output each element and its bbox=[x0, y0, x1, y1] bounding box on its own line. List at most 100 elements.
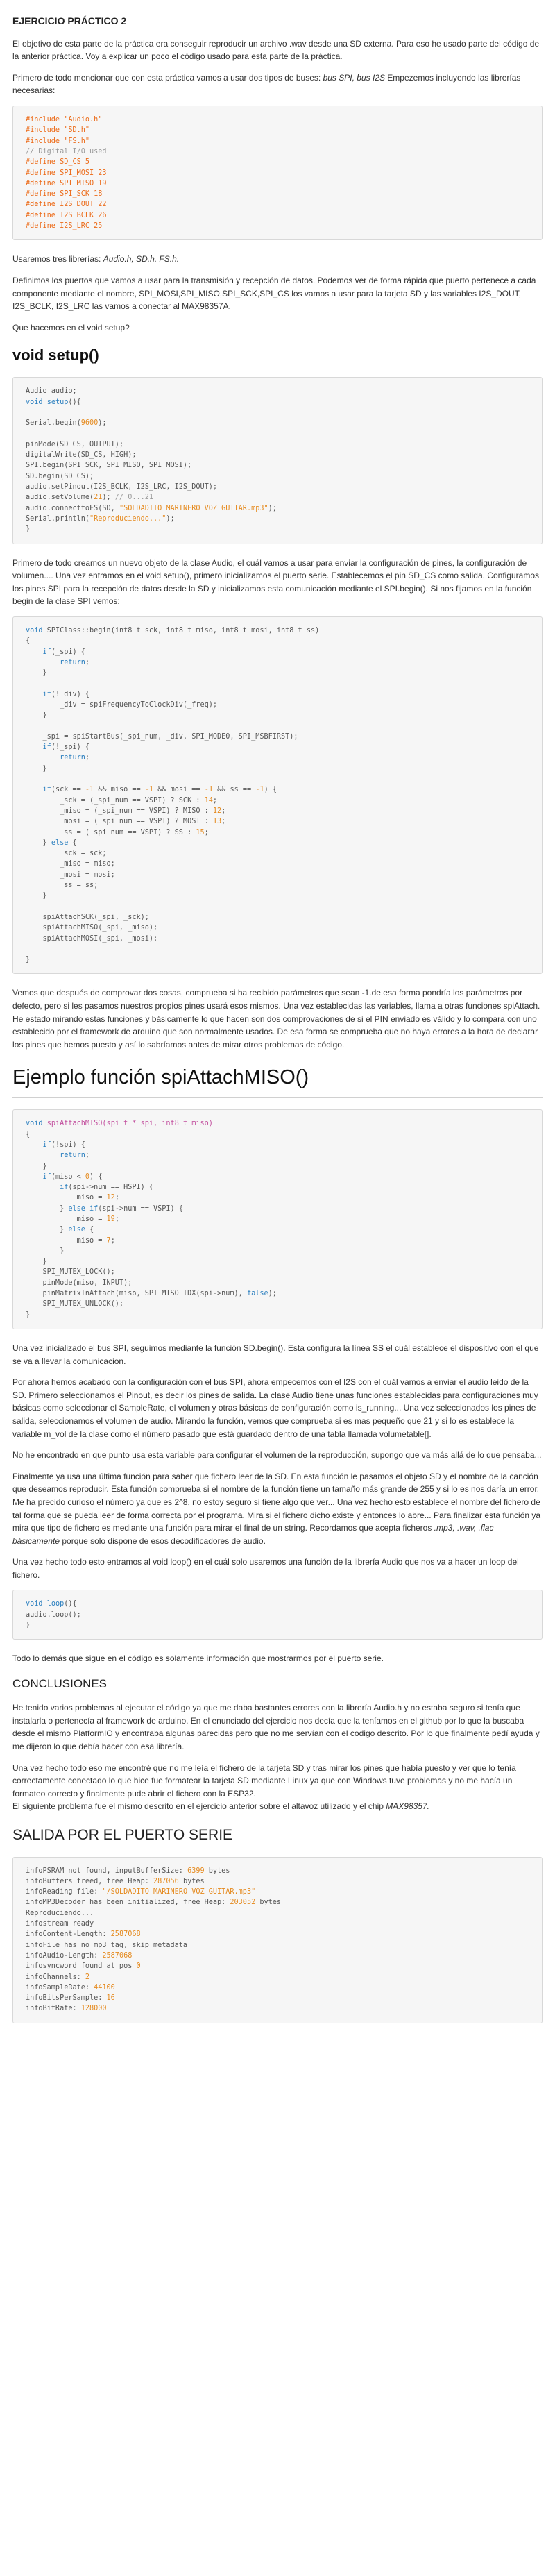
code-token: (spi->num == VSPI) { bbox=[98, 1204, 183, 1213]
code-line: #define SPI_MISO 19 bbox=[26, 178, 529, 189]
code-token: #define SD_CS 5 bbox=[26, 158, 90, 167]
code-token: void bbox=[26, 1600, 43, 1608]
conclusions-heading: CONCLUSIONES bbox=[12, 1676, 108, 1690]
code-token: && mosi == bbox=[153, 786, 205, 794]
code-token: return bbox=[60, 658, 85, 666]
code-token: _sck = (_spi_num == VSPI) ? SCK : bbox=[26, 796, 205, 805]
code-token: bytes bbox=[255, 1899, 282, 1907]
code-token: infostream ready bbox=[26, 1920, 94, 1928]
code-token: _spi = spiStartBus(_spi_num, _div, SPI_M… bbox=[26, 732, 298, 741]
code-token: _mosi = mosi; bbox=[26, 870, 115, 879]
code-line: spiAttachMOSI(_spi, _mosi); bbox=[26, 934, 529, 944]
code-token: } bbox=[26, 669, 47, 677]
code-line: void spiAttachMISO(spi_t * spi, int8_t m… bbox=[26, 1118, 529, 1129]
code-token: ; bbox=[212, 796, 218, 805]
code-line: pinMode(miso, INPUT); bbox=[26, 1278, 529, 1288]
code-token: spiAttachSCK(_spi, _sck); bbox=[26, 913, 149, 921]
code-line: miso = 12; bbox=[26, 1193, 529, 1203]
code-token: #define SPI_MISO 19 bbox=[26, 179, 107, 187]
code-line: spiAttachMISO(_spi, _miso); bbox=[26, 923, 529, 933]
code-block-includes: #include "Audio.h" #include "SD.h" #includ… bbox=[12, 106, 543, 241]
code-line: #define I2S_LRC 25 bbox=[26, 221, 529, 231]
conclusions-paragraph-1: He tenido varios problemas al ejecutar e… bbox=[12, 1703, 540, 1752]
code-token: spiAttachMOSI(_spi, _mosi); bbox=[26, 934, 158, 943]
code-line: if(!spi) { bbox=[26, 1140, 529, 1150]
code-token: 128000 bbox=[80, 2005, 107, 2013]
code-line: if(_spi) { bbox=[26, 647, 529, 657]
code-line: SD.begin(SD_CS); bbox=[26, 471, 529, 482]
code-token: { bbox=[26, 1130, 31, 1138]
code-token: else bbox=[51, 839, 69, 847]
code-token: infoBitsPerSample: bbox=[26, 1994, 107, 2003]
code-token: { bbox=[68, 839, 77, 847]
code-token: -1 bbox=[255, 786, 264, 794]
code-token: _sck = sck; bbox=[26, 850, 107, 858]
code-token: #define SPI_SCK 18 bbox=[26, 190, 103, 199]
code-line: _spi = spiStartBus(_spi_num, _div, SPI_M… bbox=[26, 732, 529, 742]
code-token: spiAttachMISO(_spi, _miso); bbox=[26, 924, 158, 932]
buses-paragraph: Primero de todo mencionar que con esta p… bbox=[12, 72, 521, 96]
code-token: SPIClass::begin(int8_t sck, int8_t miso,… bbox=[42, 626, 320, 634]
code-block-loop: void loop(){audio.loop();} bbox=[12, 1590, 543, 1640]
code-line: } bbox=[26, 954, 529, 965]
code-token: return bbox=[60, 754, 85, 762]
code-line: infoBuffers freed, free Heap: 287056 byt… bbox=[26, 1876, 529, 1887]
code-line: Audio audio; bbox=[26, 386, 529, 396]
code-line: SPI_MUTEX_UNLOCK(); bbox=[26, 1299, 529, 1309]
code-line: if(sck == -1 && miso == -1 && mosi == -1… bbox=[26, 784, 529, 795]
code-token: infoChannels: bbox=[26, 1973, 85, 1981]
code-line: infoBitsPerSample: 16 bbox=[26, 1993, 529, 2003]
code-token: #define I2S_DOUT 22 bbox=[26, 201, 107, 209]
code-line: } else { bbox=[26, 838, 529, 848]
code-line: #define SPI_MOSI 23 bbox=[26, 168, 529, 178]
code-line: } bbox=[26, 764, 529, 774]
code-token: ); bbox=[102, 494, 115, 502]
code-token: else bbox=[68, 1226, 85, 1234]
code-token: setup bbox=[46, 398, 69, 406]
code-token: ; bbox=[110, 1236, 115, 1245]
code-block-spi-begin: void SPIClass::begin(int8_t sck, int8_t … bbox=[12, 616, 543, 975]
code-line: #define I2S_BCLK 26 bbox=[26, 210, 529, 221]
code-line: #define SPI_SCK 18 bbox=[26, 189, 529, 199]
code-token: infoSampleRate: bbox=[26, 1983, 94, 1992]
document: EJERCICIO PRÁCTICO 2 El objetivo de esta… bbox=[0, 0, 555, 2050]
code-token: "SOLDADITO MARINERO VOZ GUITAR.mp3" bbox=[119, 504, 268, 512]
code-token: infoMP3Decoder has been initialized, fre… bbox=[26, 1899, 230, 1907]
code-token: // Digital I/O used bbox=[26, 147, 107, 155]
code-line: _ss = ss; bbox=[26, 880, 529, 891]
code-block-serial-output: infoPSRAM not found, inputBufferSize: 63… bbox=[12, 1856, 543, 2023]
code-token: 16 bbox=[106, 1994, 115, 2003]
code-token: 6399 bbox=[187, 1867, 205, 1875]
code-token: (miso < bbox=[51, 1172, 85, 1181]
code-token: _ss = (_spi_num == VSPI) ? SS : bbox=[26, 828, 196, 836]
code-line: infosyncword found at pos 0 bbox=[26, 1961, 529, 1971]
code-line: audio.setPinout(I2S_BCLK, I2S_LRC, I2S_D… bbox=[26, 482, 529, 492]
code-token: pinMode(miso, INPUT); bbox=[26, 1279, 133, 1287]
code-line: infoContent-Length: 2587068 bbox=[26, 1929, 529, 1939]
code-token: } bbox=[26, 956, 31, 964]
code-line: } bbox=[26, 1620, 529, 1631]
conclusions-paragraph-2: Una vez hecho todo eso me encontré que n… bbox=[12, 1762, 516, 1812]
code-line: _mosi = mosi; bbox=[26, 870, 529, 880]
code-token: void bbox=[26, 626, 43, 634]
code-token: pinMode(SD_CS, OUTPUT); bbox=[26, 440, 124, 448]
code-token: 12 bbox=[106, 1194, 115, 1202]
code-line: { bbox=[26, 636, 529, 646]
code-line: void loop(){ bbox=[26, 1599, 529, 1609]
code-line: void setup(){ bbox=[26, 397, 529, 407]
code-token: // 0...21 bbox=[114, 494, 154, 502]
code-line: #include "SD.h" bbox=[26, 125, 529, 135]
code-token: ) { bbox=[264, 786, 277, 794]
sd-begin-paragraph: Una vez inicializado el bus SPI, seguimo… bbox=[12, 1342, 539, 1366]
code-line: infoAudio-Length: 2587068 bbox=[26, 1951, 529, 1961]
code-line: _sck = (_spi_num == VSPI) ? SCK : 14; bbox=[26, 795, 529, 806]
code-token: ; bbox=[221, 818, 226, 826]
code-line: Serial.println("Reproduciendo..."); bbox=[26, 514, 529, 524]
code-token: if bbox=[42, 690, 51, 698]
code-line: pinMode(SD_CS, OUTPUT); bbox=[26, 439, 529, 450]
code-line: _miso = miso; bbox=[26, 859, 529, 869]
code-token: Serial.begin( bbox=[26, 419, 81, 428]
code-line: _div = spiFrequencyToClockDiv(_freq); bbox=[26, 700, 529, 710]
code-line: infoFile has no mp3 tag, skip metadata bbox=[26, 1940, 529, 1951]
